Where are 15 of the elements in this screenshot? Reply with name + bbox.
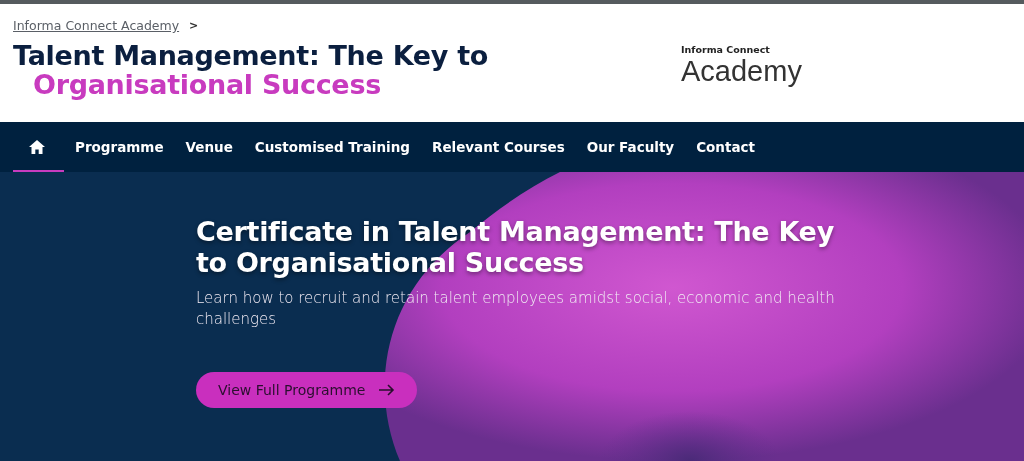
view-programme-button[interactable]: View Full Programme xyxy=(196,372,418,408)
logo-caption: Informa Connect xyxy=(681,44,770,55)
arrow-right-icon xyxy=(379,384,396,396)
nav-tab[interactable]: Venue xyxy=(174,122,244,172)
nav-tab[interactable]: Contact xyxy=(685,122,766,172)
nav-tab[interactable]: Customised Training xyxy=(243,122,421,172)
page-title-highlight: Organisational Success xyxy=(32,70,382,99)
home-icon xyxy=(29,140,45,154)
nav-tab[interactable]: Programme xyxy=(64,122,175,172)
nav-tab[interactable]: Relevant Courses xyxy=(421,122,576,172)
logo-wordmark: Academy xyxy=(681,55,802,87)
nav-tab[interactable]: Our Faculty xyxy=(575,122,686,172)
breadcrumb-separator: > xyxy=(189,19,199,32)
page-title: Talent Management: The Key to xyxy=(13,41,490,70)
breadcrumb-link[interactable]: Informa Connect Academy xyxy=(13,18,180,33)
